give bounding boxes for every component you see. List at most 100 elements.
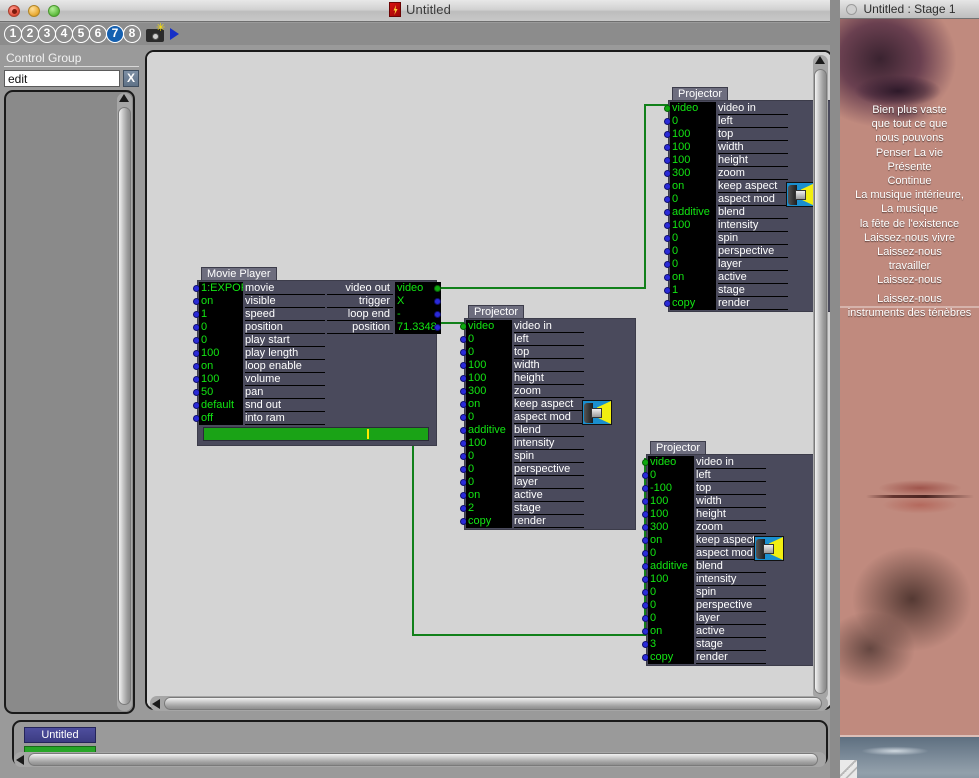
input-value-height[interactable]: 100 bbox=[466, 372, 512, 385]
input-value-spin[interactable]: 0 bbox=[648, 586, 694, 599]
input-label-active: active bbox=[696, 625, 766, 638]
input-value-top[interactable]: -100 bbox=[648, 482, 694, 495]
input-label-render: render bbox=[696, 651, 766, 664]
canvas-horizontal-scrollbar[interactable] bbox=[150, 696, 828, 711]
input-value-perspective[interactable]: 0 bbox=[648, 599, 694, 612]
output-port-video-out[interactable] bbox=[434, 285, 441, 292]
input-value-zoom[interactable]: 300 bbox=[648, 521, 694, 534]
input-value-pan[interactable]: 50 bbox=[199, 386, 243, 399]
input-value-render[interactable]: copy bbox=[466, 515, 512, 528]
input-value-volume[interactable]: 100 bbox=[199, 373, 243, 386]
input-value-zoom[interactable]: 300 bbox=[670, 167, 716, 180]
input-value-layer[interactable]: 0 bbox=[670, 258, 716, 271]
input-value-top[interactable]: 100 bbox=[670, 128, 716, 141]
scrollbar-thumb[interactable] bbox=[164, 697, 822, 710]
input-value-left[interactable]: 0 bbox=[670, 115, 716, 128]
scroll-left-arrow-icon[interactable] bbox=[152, 699, 160, 709]
input-value-video-in[interactable]: video bbox=[648, 456, 694, 469]
input-value-stage[interactable]: 3 bbox=[648, 638, 694, 651]
scrollbar-thumb[interactable] bbox=[118, 107, 131, 705]
scroll-up-arrow-icon[interactable] bbox=[119, 94, 129, 102]
input-value-spin[interactable]: 0 bbox=[670, 232, 716, 245]
input-value-visible[interactable]: on bbox=[199, 295, 243, 308]
input-value-layer[interactable]: 0 bbox=[648, 612, 694, 625]
projector-icon bbox=[786, 182, 816, 207]
input-value-video-in[interactable]: video bbox=[466, 320, 512, 333]
node-title[interactable]: Projector bbox=[468, 305, 525, 318]
input-value-width[interactable]: 100 bbox=[466, 359, 512, 372]
input-value-spin[interactable]: 0 bbox=[466, 450, 512, 463]
input-value-active[interactable]: on bbox=[466, 489, 512, 502]
playback-progress-bar[interactable] bbox=[203, 427, 429, 441]
input-value-layer[interactable]: 0 bbox=[466, 476, 512, 489]
input-value-render[interactable]: copy bbox=[670, 297, 716, 310]
input-value-blend[interactable]: additive bbox=[648, 560, 694, 573]
scene-button-6[interactable]: 6 bbox=[89, 25, 107, 43]
snapshot-button[interactable]: ✳ bbox=[146, 23, 165, 43]
input-value-intensity[interactable]: 100 bbox=[670, 219, 716, 232]
input-value-active[interactable]: on bbox=[648, 625, 694, 638]
input-value-play-start[interactable]: 0 bbox=[199, 334, 243, 347]
control-group-scrollbar[interactable] bbox=[117, 93, 132, 711]
window-title-text: Untitled bbox=[406, 2, 451, 17]
input-value-video-in[interactable]: video bbox=[670, 102, 716, 115]
control-group-list[interactable] bbox=[4, 90, 135, 714]
scroll-left-arrow-icon[interactable] bbox=[16, 755, 24, 765]
input-value-loop-enable[interactable]: on bbox=[199, 360, 243, 373]
patch-canvas[interactable]: Movie Player1:EXPORTmovieonvisible1speed… bbox=[147, 52, 831, 708]
input-value-stage[interactable]: 2 bbox=[466, 502, 512, 515]
input-value-speed[interactable]: 1 bbox=[199, 308, 243, 321]
scene-button-4[interactable]: 4 bbox=[55, 25, 73, 43]
input-value-height[interactable]: 100 bbox=[670, 154, 716, 167]
input-value-top[interactable]: 0 bbox=[466, 346, 512, 359]
input-value-aspect-mod[interactable]: 0 bbox=[670, 193, 716, 206]
input-value-perspective[interactable]: 0 bbox=[670, 245, 716, 258]
input-value-left[interactable]: 0 bbox=[466, 333, 512, 346]
input-value-keep-aspect[interactable]: on bbox=[648, 534, 694, 547]
node-title[interactable]: Movie Player bbox=[201, 267, 277, 280]
scrollbar-thumb[interactable] bbox=[814, 69, 827, 694]
input-value-snd-out[interactable]: default bbox=[199, 399, 243, 412]
node-title[interactable]: Projector bbox=[650, 441, 707, 454]
output-port-loop-end[interactable] bbox=[434, 311, 441, 318]
scroll-up-arrow-icon[interactable] bbox=[815, 56, 825, 64]
scene-button-1[interactable]: 1 bbox=[4, 25, 22, 43]
node-title[interactable]: Projector bbox=[672, 87, 729, 100]
scene-button-2[interactable]: 2 bbox=[21, 25, 39, 43]
input-value-width[interactable]: 100 bbox=[648, 495, 694, 508]
input-value-play-length[interactable]: 100 bbox=[199, 347, 243, 360]
scene-button-5[interactable]: 5 bbox=[72, 25, 90, 43]
input-value-height[interactable]: 100 bbox=[648, 508, 694, 521]
input-value-left[interactable]: 0 bbox=[648, 469, 694, 482]
scrollbar-thumb[interactable] bbox=[28, 753, 818, 766]
play-triangle-icon[interactable] bbox=[170, 28, 179, 40]
input-value-blend[interactable]: additive bbox=[670, 206, 716, 219]
input-value-stage[interactable]: 1 bbox=[670, 284, 716, 297]
input-value-intensity[interactable]: 100 bbox=[648, 573, 694, 586]
input-value-zoom[interactable]: 300 bbox=[466, 385, 512, 398]
output-port-trigger[interactable] bbox=[434, 298, 441, 305]
input-value-width[interactable]: 100 bbox=[670, 141, 716, 154]
input-value-into-ram[interactable]: off bbox=[199, 412, 243, 425]
input-value-blend[interactable]: additive bbox=[466, 424, 512, 437]
input-value-keep-aspect[interactable]: on bbox=[670, 180, 716, 193]
input-value-perspective[interactable]: 0 bbox=[466, 463, 512, 476]
input-value-render[interactable]: copy bbox=[648, 651, 694, 664]
input-value-keep-aspect[interactable]: on bbox=[466, 398, 512, 411]
clear-search-button[interactable]: X bbox=[123, 70, 139, 87]
input-value-aspect-mod[interactable]: 0 bbox=[466, 411, 512, 424]
canvas-vertical-scrollbar[interactable] bbox=[813, 55, 828, 700]
input-value-movie[interactable]: 1:EXPORT bbox=[199, 282, 243, 295]
input-value-aspect-mod[interactable]: 0 bbox=[648, 547, 694, 560]
resize-grip-icon[interactable] bbox=[840, 760, 857, 778]
output-port-position[interactable] bbox=[434, 324, 441, 331]
scene-button-3[interactable]: 3 bbox=[38, 25, 56, 43]
scene-tab-untitled[interactable]: Untitled bbox=[24, 727, 96, 743]
input-value-position[interactable]: 0 bbox=[199, 321, 243, 334]
search-input[interactable] bbox=[4, 70, 120, 87]
input-value-active[interactable]: on bbox=[670, 271, 716, 284]
scene-button-8[interactable]: 8 bbox=[123, 25, 141, 43]
scene-strip-scrollbar[interactable] bbox=[14, 752, 826, 767]
scene-button-7[interactable]: 7 bbox=[106, 25, 124, 43]
input-value-intensity[interactable]: 100 bbox=[466, 437, 512, 450]
